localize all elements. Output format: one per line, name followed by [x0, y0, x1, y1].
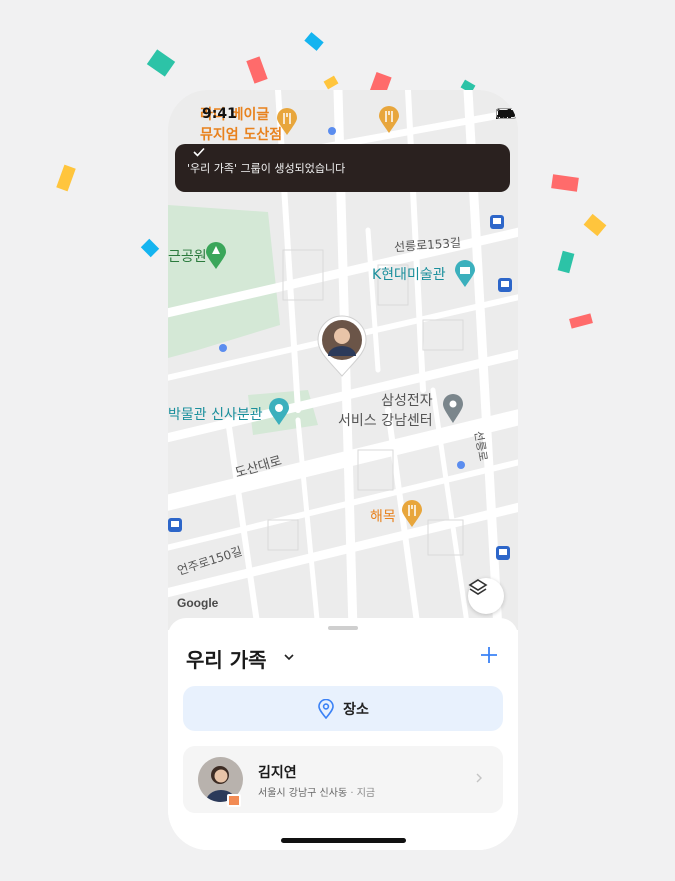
member-card[interactable]: 김지연 서울시 강남구 신사동 · 지금 [183, 746, 503, 813]
chevron-down-icon[interactable] [283, 652, 295, 662]
confetti-piece [246, 56, 268, 84]
status-badge [227, 794, 241, 807]
member-location: 서울시 강남구 신사동 · 지금 [258, 784, 375, 799]
confetti-piece [569, 313, 593, 329]
google-attribution: Google [177, 596, 219, 610]
bus-stop-icon[interactable] [490, 215, 504, 229]
location-pin-icon [318, 698, 334, 719]
toast-message: '우리 가족' 그룹이 생성되었습니다 [187, 162, 346, 175]
confetti-piece [146, 49, 176, 77]
home-indicator[interactable] [281, 838, 406, 843]
chevron-right-icon[interactable] [475, 772, 483, 784]
museum-pin-icon[interactable] [268, 398, 290, 426]
poi-label-samsung[interactable]: 삼성전자 서비스 강남센터 [338, 390, 433, 430]
member-name: 김지연 [258, 765, 297, 781]
avatar-pin-frame [317, 315, 367, 377]
plus-icon[interactable] [480, 646, 498, 664]
confetti-piece [323, 75, 339, 90]
bottom-sheet[interactable]: 우리 가족 장소 김지연 서울시 강남구 신사동 · 지금 [168, 618, 518, 850]
poi-label-museum[interactable]: K현대미술관 [372, 264, 446, 284]
confetti-piece [304, 32, 324, 51]
status-bar: 9:41 [168, 104, 518, 124]
group-name[interactable]: 우리 가족 [186, 644, 267, 673]
confetti-piece [551, 174, 579, 192]
poi-label-park[interactable]: 근공원 [168, 246, 207, 266]
toast-notification: '우리 가족' 그룹이 생성되었습니다 [175, 144, 510, 192]
restaurant-pin-icon[interactable] [401, 500, 423, 528]
status-time: 9:41 [202, 106, 237, 122]
map-layers-button[interactable] [468, 578, 504, 614]
bus-stop-icon[interactable] [496, 546, 510, 560]
member-location-pin[interactable] [316, 314, 368, 378]
battery-icon [496, 108, 518, 119]
bus-stop-icon[interactable] [498, 278, 512, 292]
poi-label-branch[interactable]: 박물관 신사분관 [168, 404, 263, 424]
confetti-piece [557, 250, 575, 274]
confetti-piece [56, 164, 76, 192]
poi-label-haemok[interactable]: 해목 [370, 506, 396, 526]
check-icon [193, 147, 205, 157]
sheet-drag-handle[interactable] [328, 626, 358, 630]
places-button-label: 장소 [343, 701, 369, 718]
member-time: · 지금 [350, 788, 376, 799]
map-view[interactable]: 9:41 라디 베이글 뮤지엄 도산점 근공원 선릉로153길 K현대미술관 삼… [168, 90, 518, 630]
confetti-piece [583, 213, 607, 237]
confetti-piece [140, 238, 160, 258]
layers-icon [468, 579, 488, 595]
member-address: 서울시 강남구 신사동 [258, 788, 348, 799]
tree-pin-icon[interactable] [205, 242, 227, 270]
phone-frame: 9:41 라디 베이글 뮤지엄 도산점 근공원 선릉로153길 K현대미술관 삼… [168, 90, 518, 850]
museum-pin-icon[interactable] [454, 260, 476, 288]
location-pin-icon[interactable] [442, 394, 464, 424]
bus-stop-icon[interactable] [168, 518, 182, 532]
places-button[interactable]: 장소 [183, 686, 503, 731]
